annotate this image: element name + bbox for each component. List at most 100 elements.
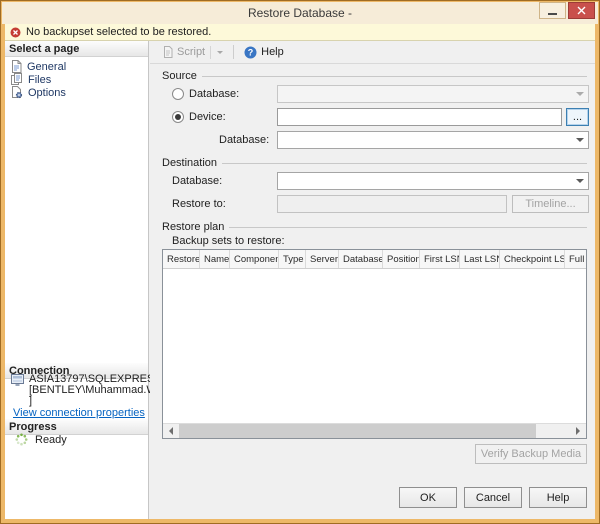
device-database-label-row: Database: xyxy=(219,131,269,149)
grid-horizontal-scrollbar xyxy=(163,423,586,438)
browse-device-button-label: ... xyxy=(572,111,583,123)
source-database-radio[interactable] xyxy=(172,88,184,100)
source-database-radio-label: Database: xyxy=(189,88,240,100)
sidebar-item-general[interactable]: General xyxy=(11,60,66,73)
options-page-icon xyxy=(12,86,23,99)
sidebar-item-files[interactable]: Files xyxy=(11,73,51,86)
device-database-combobox-arrow[interactable] xyxy=(572,132,588,148)
source-group-line xyxy=(201,75,587,77)
restore-to-label: Restore to: xyxy=(172,198,226,210)
destination-group-header: Destination xyxy=(162,156,587,169)
restore-to-input[interactable] xyxy=(278,196,506,212)
destination-database-combobox-arrow[interactable] xyxy=(572,173,588,189)
destination-group-label: Destination xyxy=(162,156,218,169)
column-header-component[interactable]: Component xyxy=(230,250,279,268)
script-icon xyxy=(164,46,173,58)
device-database-combobox[interactable] xyxy=(277,131,589,149)
sidebar-item-options-label: Options xyxy=(28,86,66,99)
toolbar-separator xyxy=(233,45,235,59)
source-group-label: Source xyxy=(162,69,197,82)
sidebar-item-options[interactable]: Options xyxy=(11,86,66,99)
scroll-right-button[interactable] xyxy=(570,424,586,438)
column-header-server[interactable]: Server xyxy=(306,250,339,268)
source-device-radio-label: Device: xyxy=(189,111,226,123)
main-panel: Script ? Help Source Database: Device: .… xyxy=(150,41,595,519)
ok-button-label: OK xyxy=(420,491,436,504)
svg-text:?: ? xyxy=(248,47,254,57)
message-bar-text: No backupset selected to be restored. xyxy=(26,26,212,38)
server-icon xyxy=(11,374,24,386)
column-header-restore[interactable]: Restore xyxy=(163,250,200,268)
column-header-first-lsn[interactable]: First LSN xyxy=(420,250,460,268)
restore-database-dialog: Restore Database - No backupset selected… xyxy=(0,0,600,524)
destination-database-label-row: Database: xyxy=(172,172,222,190)
progress-spinner-icon xyxy=(15,433,28,446)
script-button-label: Script xyxy=(177,46,206,58)
column-header-last-lsn[interactable]: Last LSN xyxy=(460,250,500,268)
device-database-label: Database: xyxy=(219,134,270,146)
ok-button[interactable]: OK xyxy=(399,487,457,508)
cancel-button-label: Cancel xyxy=(475,491,511,504)
general-page-icon xyxy=(12,60,22,73)
help-toolbar-label: Help xyxy=(261,46,284,58)
column-header-type[interactable]: Type xyxy=(279,250,306,268)
timeline-button[interactable]: Timeline... xyxy=(512,195,589,213)
destination-database-combobox[interactable] xyxy=(277,172,589,190)
device-path-textbox-wrap xyxy=(277,108,562,126)
restore-plan-group-label: Restore plan xyxy=(162,220,225,233)
warning-icon xyxy=(10,27,21,37)
restore-plan-group-line xyxy=(229,226,587,228)
script-split-divider xyxy=(210,45,212,59)
close-button[interactable] xyxy=(568,2,595,19)
column-header-checkpoint-lsn[interactable]: Checkpoint LSN xyxy=(500,250,565,268)
minimize-icon xyxy=(548,13,557,15)
verify-backup-media-label: Verify Backup Media xyxy=(480,448,582,460)
backup-sets-grid-header: Restore Name Component Type Server Datab… xyxy=(163,250,586,269)
browse-device-button[interactable]: ... xyxy=(566,108,589,126)
window-controls xyxy=(539,2,595,19)
scroll-left-button[interactable] xyxy=(163,424,179,438)
message-bar: No backupset selected to be restored. xyxy=(5,24,595,41)
device-path-input[interactable] xyxy=(278,109,561,125)
source-database-combobox-arrow[interactable] xyxy=(572,86,588,102)
restore-to-textbox-wrap xyxy=(277,195,507,213)
verify-backup-media-button[interactable]: Verify Backup Media xyxy=(475,444,587,464)
select-a-page-header: Select a page xyxy=(5,41,148,57)
timeline-button-label: Timeline... xyxy=(525,198,576,210)
toolbar: Script ? Help xyxy=(150,41,595,64)
destination-database-label: Database: xyxy=(172,175,223,187)
progress-status-row: Ready xyxy=(15,433,67,446)
close-icon xyxy=(577,6,586,15)
sidebar-item-files-label: Files xyxy=(28,73,52,86)
column-header-name[interactable]: Name xyxy=(200,250,230,268)
minimize-button[interactable] xyxy=(539,2,566,19)
source-device-radio-row: Device: xyxy=(172,108,226,126)
source-database-combobox[interactable] xyxy=(277,85,589,103)
backup-sets-grid: Restore Name Component Type Server Datab… xyxy=(162,249,587,439)
cancel-button[interactable]: Cancel xyxy=(464,487,522,508)
source-database-radio-row: Database: xyxy=(172,85,239,103)
column-header-database[interactable]: Database xyxy=(339,250,383,268)
help-icon: ? xyxy=(244,46,257,58)
script-dropdown-caret[interactable] xyxy=(217,50,224,54)
view-connection-properties-link[interactable]: View connection properties xyxy=(13,407,145,419)
source-group-header: Source xyxy=(162,69,587,82)
progress-status-text: Ready xyxy=(35,433,67,446)
restore-plan-group-header: Restore plan xyxy=(162,220,587,233)
source-device-radio[interactable] xyxy=(172,111,184,123)
sidebar-item-general-label: General xyxy=(27,60,67,73)
window-title: Restore Database - xyxy=(247,6,353,20)
help-toolbar-button[interactable]: ? Help xyxy=(239,42,289,62)
help-button-label: Help xyxy=(546,491,570,504)
column-header-full-lsn[interactable]: Full LSN xyxy=(565,250,586,268)
script-button[interactable]: Script xyxy=(158,42,228,62)
dialog-client-area: No backupset selected to be restored. Se… xyxy=(5,24,595,519)
scrollbar-thumb[interactable] xyxy=(179,424,536,438)
scrollbar-track[interactable] xyxy=(179,424,570,438)
backup-sets-label: Backup sets to restore: xyxy=(172,235,285,247)
files-page-icon xyxy=(11,73,22,85)
column-header-position[interactable]: Position xyxy=(383,250,420,268)
titlebar[interactable]: Restore Database - xyxy=(2,2,598,24)
help-button[interactable]: Help xyxy=(529,487,587,508)
sidebar: Select a page General Files Options Conn… xyxy=(5,41,180,519)
